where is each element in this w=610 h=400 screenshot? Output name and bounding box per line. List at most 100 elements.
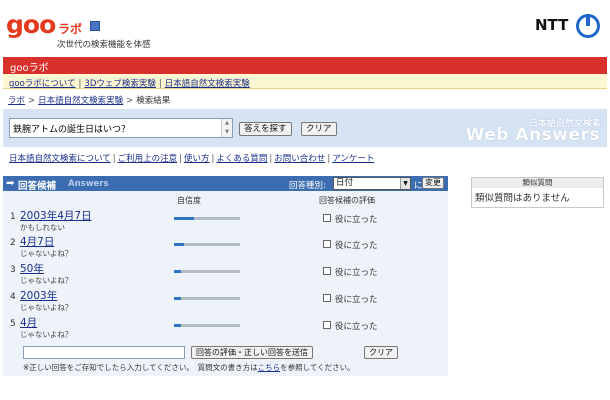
note-text: ※正しい回答をご存知でしたら入力してください。 質問文の書き方は — [23, 363, 258, 372]
breadcrumb-separator: > — [126, 96, 134, 106]
nav-link-3d-web-search[interactable]: 3Dウェブ検索実験 — [84, 79, 155, 89]
labo-logo[interactable]: ラボ — [58, 20, 82, 37]
link-about-search[interactable]: 日本語自然文検索について — [9, 154, 111, 164]
similar-questions-title: 類似質問 — [472, 178, 603, 188]
candidate-answer-link[interactable]: 4月7日 — [20, 234, 54, 249]
query-field-frame: ▲ ▼ — [9, 118, 233, 138]
link-separator: | — [327, 154, 331, 164]
candidate-comment: じゃないよね？ — [20, 249, 73, 258]
helpful-checkbox[interactable] — [323, 214, 331, 222]
link-faq[interactable]: よくある質問 — [216, 154, 267, 164]
submit-note: ※正しい回答をご存知でしたら入力してください。 質問文の書き方はこちらを参照して… — [23, 362, 355, 373]
site-tagline: 次世代の検索機能を体感 — [57, 40, 151, 50]
scroll-down-icon[interactable]: ▼ — [222, 128, 232, 137]
query-input[interactable] — [10, 119, 220, 137]
link-how-to-use[interactable]: 使い方 — [184, 154, 210, 164]
breadcrumb-natural-language-search[interactable]: 日本語自然文検索実験 — [38, 96, 123, 106]
helpful-label: 役に立った — [335, 241, 378, 251]
change-type-button[interactable]: 変更 — [422, 177, 444, 189]
link-separator: | — [269, 154, 273, 164]
confidence-bar — [174, 297, 240, 300]
confidence-bar — [174, 324, 240, 327]
link-separator: | — [211, 154, 215, 164]
clear-query-button[interactable]: クリア — [301, 122, 337, 136]
chevron-down-icon[interactable]: ▼ — [400, 178, 410, 189]
helpful-checkbox[interactable] — [323, 240, 331, 248]
query-scrollbar[interactable]: ▲ ▼ — [221, 119, 232, 137]
candidates-title-en: Answers — [68, 179, 109, 189]
submit-evaluation-button[interactable]: 回答の評価・正しい回答を送信 — [191, 346, 313, 359]
answer-type-select[interactable]: 日付 ▼ — [333, 177, 411, 190]
link-separator: | — [112, 154, 116, 164]
brand-web-answers: Web Answers — [465, 125, 600, 145]
top-nav: gooラボについて | 3Dウェブ検索実験 | 日本語自然文検索実験 — [3, 74, 607, 89]
clear-evaluation-button[interactable]: クリア — [364, 346, 398, 359]
helpful-label: 役に立った — [335, 322, 378, 332]
candidate-row: 3 50年 じゃないよね？ 役に立った — [3, 260, 448, 286]
note-text-end: を参照してください。 — [280, 363, 355, 372]
find-answer-button[interactable]: 答えを探す — [239, 122, 292, 136]
candidate-rank: 1 — [10, 212, 16, 222]
candidate-rank: 2 — [10, 238, 16, 248]
candidate-rank: 4 — [10, 292, 16, 302]
breadcrumb-separator: > — [28, 96, 36, 106]
candidate-comment: かもしれない — [20, 223, 65, 232]
answer-type-value: 日付 — [336, 178, 354, 188]
goo-logo[interactable]: goo — [6, 12, 56, 37]
column-evaluation: 回答候補の評価 — [319, 196, 375, 205]
breadcrumb: ラボ > 日本語自然文検索実験 > 検索結果 — [8, 94, 170, 106]
confidence-bar-fill — [174, 217, 194, 220]
nav-link-natural-language-search[interactable]: 日本語自然文検索実験 — [165, 79, 250, 89]
labo-badge-icon — [90, 21, 100, 31]
candidate-answer-link[interactable]: 2003年 — [20, 288, 57, 303]
candidate-rank: 3 — [10, 265, 16, 275]
helpful-label: 役に立った — [335, 215, 378, 225]
breadcrumb-labo[interactable]: ラボ — [8, 96, 25, 106]
search-panel: ▲ ▼ 答えを探す クリア 日本語自然文検索 Web Answers — [3, 109, 607, 147]
candidate-row: 4 2003年 じゃないよね？ 役に立った — [3, 287, 448, 313]
candidates-header: ➡ 回答候補 Answers 回答種別: 日付 ▼ に 変更 — [3, 176, 448, 192]
helpful-checkbox[interactable] — [323, 321, 331, 329]
candidate-answer-link[interactable]: 2003年4月7日 — [20, 208, 92, 223]
candidate-comment: じゃないよね？ — [20, 276, 73, 285]
nav-separator: | — [78, 79, 82, 89]
note-here-link[interactable]: こちら — [258, 363, 281, 372]
helpful-label: 役に立った — [335, 268, 378, 278]
confidence-bar — [174, 270, 240, 273]
confidence-bar-fill — [174, 243, 184, 246]
confidence-bar-fill — [174, 297, 181, 300]
answer-type-label: 回答種別: — [289, 181, 326, 191]
nav-separator: | — [158, 79, 162, 89]
scroll-up-icon[interactable]: ▲ — [222, 119, 232, 128]
section-title: gooラボ — [10, 63, 49, 74]
column-confidence: 自信度 — [177, 196, 201, 205]
confidence-bar-fill — [174, 324, 181, 327]
link-usage-notes[interactable]: ご利用上の注意 — [118, 154, 178, 164]
helpful-checkbox[interactable] — [323, 294, 331, 302]
ntt-logo-icon[interactable] — [576, 14, 600, 38]
section-title-bar: gooラボ — [3, 57, 607, 74]
arrow-right-icon: ➡ — [6, 178, 15, 189]
ntt-logo[interactable]: NTT — [535, 16, 568, 34]
candidate-row: 2 4月7日 じゃないよね？ 役に立った — [3, 233, 448, 259]
nav-link-about-labo[interactable]: gooラボについて — [9, 79, 76, 89]
site-header: goo ラボ 次世代の検索機能を体感 NTT — [0, 0, 610, 56]
candidate-answer-link[interactable]: 4月 — [20, 315, 37, 330]
candidate-answer-link[interactable]: 50年 — [20, 261, 44, 276]
correct-answer-input[interactable] — [23, 346, 185, 359]
link-survey[interactable]: アンケート — [332, 154, 374, 164]
confidence-bar — [174, 217, 240, 220]
help-links: 日本語自然文検索について | ご利用上の注意 | 使い方 | よくある質問 | お問い合わせ | ア… — [9, 152, 374, 164]
candidate-row: 1 2003年4月7日 かもしれない 役に立った — [3, 207, 448, 233]
candidate-row: 5 4月 じゃないよね？ 役に立った — [3, 314, 448, 340]
similar-questions-empty: 類似質問はありません — [475, 193, 570, 204]
link-contact[interactable]: お問い合わせ — [274, 154, 325, 164]
helpful-checkbox[interactable] — [323, 267, 331, 275]
candidates-title: 回答候補 — [18, 181, 57, 192]
candidate-comment: じゃないよね？ — [20, 330, 73, 339]
breadcrumb-current: 検索結果 — [136, 96, 171, 106]
confidence-bar — [174, 243, 240, 246]
answer-candidates-panel: ➡ 回答候補 Answers 回答種別: 日付 ▼ に 変更 自信度 回答候補の… — [3, 176, 448, 376]
confidence-bar-fill — [174, 270, 181, 273]
candidate-comment: じゃないよね？ — [20, 303, 73, 312]
